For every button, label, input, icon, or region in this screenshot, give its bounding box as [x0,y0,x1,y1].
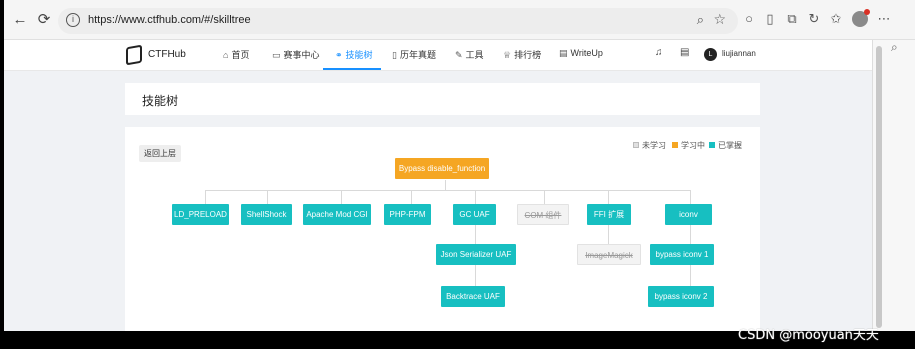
favorite-star-icon[interactable]: ☆ [713,11,726,28]
address-bar[interactable]: i https://www.ctfhub.com/#/skilltree ⌕ ☆ [58,8,738,34]
skill-node[interactable]: PHP-FPM [384,204,431,225]
connector [608,190,609,204]
profile-avatar-icon[interactable] [852,9,870,27]
legend-label: 未学习 [642,141,666,150]
trophy-icon: ♕ [503,50,512,60]
connector-root [445,180,446,190]
more-menu-icon[interactable]: ⋯ [876,11,892,27]
nav-item-tools[interactable]: ✎ 工具 [455,48,484,61]
skill-node[interactable]: ImageMagick [577,244,641,265]
screenshot-frame: ← ⟳ i https://www.ctfhub.com/#/skilltree… [0,0,915,349]
tabs-icon[interactable]: ⧉ [784,11,800,27]
site-info-icon[interactable]: i [66,13,80,27]
user-avatar[interactable]: L [704,48,717,61]
skill-node[interactable]: COM 组件 [517,204,569,225]
book-icon: ▯ [392,50,397,60]
connector [341,190,342,204]
skill-node[interactable]: Backtrace UAF [441,286,505,307]
extension-circle-icon[interactable]: ○ [741,11,757,27]
nav-item-home[interactable]: ⌂ 首页 [223,48,249,61]
brand-name[interactable]: CTFHub [148,49,186,60]
legend-mastered: 已掌握 [709,140,742,151]
connector [267,190,268,204]
skill-node[interactable]: ShellShock [241,204,292,225]
nav-label: 技能树 [345,50,373,60]
address-url[interactable]: https://www.ctfhub.com/#/skilltree [88,14,251,26]
page-content: CTFHub ⌂ 首页 ▭ 赛事中心 ⚭ 技能树 ▯ 历年真题 ✎ 工具 ♕ 排行榜 ▤ Wr… [4,41,872,331]
site-header: CTFHub ⌂ 首页 ▭ 赛事中心 ⚭ 技能树 ▯ 历年真题 ✎ 工具 ♕ 排行榜 ▤ Wr… [4,41,872,71]
connector-horizontal [205,190,690,191]
skill-node[interactable]: GC UAF [453,204,496,225]
watermark-text: CSDN @mooyuan天天 [738,328,879,343]
home-icon: ⌂ [223,50,229,60]
skill-node[interactable]: LD_PRELOAD [172,204,229,225]
learning-swatch [672,142,678,148]
document-icon: ▤ [559,48,568,58]
back-arrow-icon[interactable]: ← [10,10,30,30]
legend-label: 学习中 [681,141,705,150]
skill-node[interactable]: bypass iconv 1 [650,244,714,265]
back-button[interactable]: 返回上层 [139,145,181,162]
nav-label: 历年真题 [399,50,436,60]
skill-node[interactable]: Apache Mod CGI [303,204,371,225]
reload-icon[interactable]: ⟳ [34,10,54,30]
unlearned-swatch [633,142,639,148]
calendar-icon: ▭ [272,50,281,60]
link-icon: ⚭ [335,50,343,60]
ctfhub-logo-icon[interactable] [126,44,142,66]
legend-label: 已掌握 [718,141,742,150]
skill-node[interactable]: FFI 扩展 [587,204,631,225]
connector [205,190,206,204]
skill-tree-card: 返回上层 未学习 学习中 已掌握 Bypass disable_function… [125,127,760,331]
connector [608,225,609,244]
connector [475,190,476,204]
nav-item-ranking[interactable]: ♕ 排行榜 [503,48,541,61]
username[interactable]: liujiannan [722,49,756,58]
mastered-swatch [709,142,715,148]
nav-item-writeup[interactable]: ▤ WriteUp [559,48,603,59]
search-icon[interactable]: ⌕ [891,40,898,55]
connector [544,190,545,204]
legend-unlearned: 未学习 [633,140,666,151]
favorites-icon[interactable]: ✩ [828,11,844,27]
frame-border [0,0,4,349]
nav-label: 首页 [231,50,250,60]
reading-view-icon[interactable]: ▯ [762,11,778,27]
nav-label: WriteUp [570,48,603,58]
nav-label: 赛事中心 [283,50,320,60]
nav-item-past-exams[interactable]: ▯ 历年真题 [392,48,436,61]
skill-node[interactable]: iconv [665,204,712,225]
copilot-icon[interactable]: ↻ [806,11,822,27]
nav-label: 排行榜 [514,50,542,60]
active-tab-indicator [323,68,381,70]
notes-icon[interactable]: ▤ [680,47,689,58]
connector [411,190,412,204]
page-title-card: 技能树 [125,83,760,115]
legend-learning: 学习中 [672,140,705,151]
zoom-icon[interactable]: ⌕ [697,12,704,28]
nav-label: 工具 [465,50,484,60]
connector [690,190,691,204]
wrench-icon: ✎ [455,50,463,60]
browser-toolbar: ← ⟳ i https://www.ctfhub.com/#/skilltree… [4,0,915,40]
bell-icon[interactable]: ♫ [655,47,663,58]
page-title: 技能树 [142,94,179,108]
skill-node[interactable]: bypass iconv 2 [648,286,714,307]
nav-item-events[interactable]: ▭ 赛事中心 [272,48,320,61]
skill-node-root[interactable]: Bypass disable_function [395,158,489,179]
nav-item-skilltree[interactable]: ⚭ 技能树 [335,48,373,61]
skill-node[interactable]: Json Serializer UAF [436,244,516,265]
page-scrollbar[interactable] [876,46,882,328]
